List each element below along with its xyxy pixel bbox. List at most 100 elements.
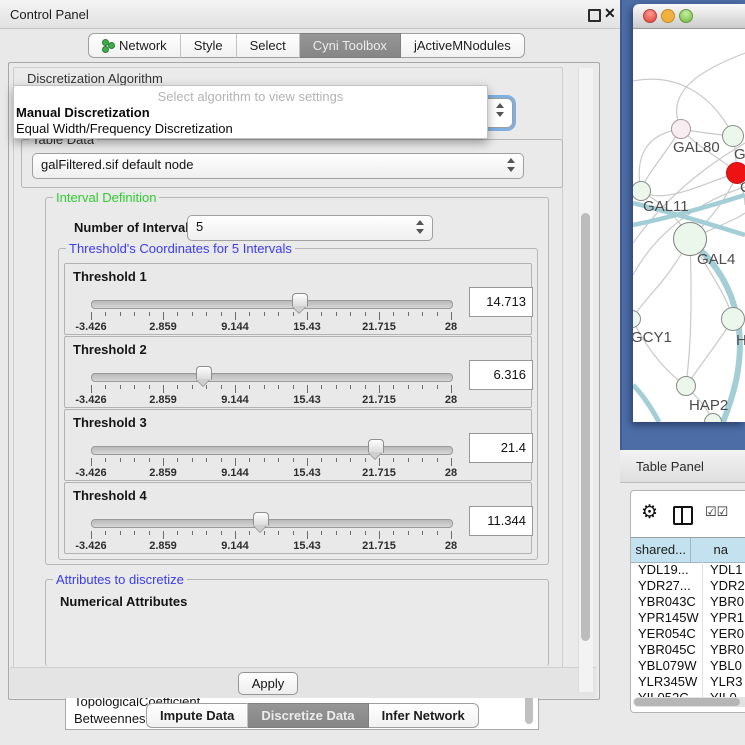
slider-tick-mark <box>293 531 294 535</box>
node-table: ⚙ ☑☑ shared...na YDL19...YDL1YDR27...YDR… <box>630 490 745 713</box>
close-icon[interactable]: ✕ <box>604 5 616 22</box>
tab-style[interactable]: Style <box>181 33 237 58</box>
cell-shared-name: YBL079W <box>631 658 703 674</box>
slider-tick-mark <box>264 312 265 316</box>
slider-tick-mark <box>350 385 351 389</box>
panel-scrollbar-track[interactable] <box>578 68 593 692</box>
dropdown-prompt: Select algorithm to view settings <box>14 89 487 104</box>
checkbox-icons[interactable]: ☑☑ <box>705 504 728 520</box>
cyni-bottom-tabs: Impute DataDiscretize DataInfer Network <box>146 703 479 728</box>
tab-network[interactable]: Network <box>88 33 181 58</box>
cell-shared-name: YLR345W <box>631 674 703 690</box>
thresholds-group-title: Threshold's Coordinates for 5 Intervals <box>66 241 295 256</box>
slider-tick-mark <box>105 385 106 389</box>
float-window-icon[interactable] <box>588 9 601 22</box>
close-icon[interactable] <box>643 9 657 23</box>
slider-tick-label: 28 <box>421 321 481 333</box>
threshold-slider-handle[interactable] <box>292 293 308 307</box>
tab-select[interactable]: Select <box>237 33 300 58</box>
dropdown-option[interactable]: Manual Discretization <box>16 105 150 120</box>
table-row[interactable]: YBR043CYBR0 <box>631 594 745 610</box>
slider-tick-label: 9.144 <box>205 394 265 406</box>
algorithm-group-title: Discretization Algorithm <box>24 71 166 86</box>
slider-tick-mark <box>264 385 265 389</box>
node-top-right[interactable] <box>722 125 744 147</box>
slider-tick-mark <box>235 312 236 320</box>
slider-tick-mark <box>321 458 322 462</box>
threshold-slider-handle[interactable] <box>368 439 384 453</box>
threshold-value-field[interactable]: 21.4 <box>469 433 533 463</box>
slider-tick-mark <box>163 312 164 320</box>
zoom-icon[interactable] <box>679 9 693 23</box>
tab-cyni-toolbox[interactable]: Cyni Toolbox <box>300 33 401 58</box>
slider-tick-mark <box>120 385 121 389</box>
slider-tick-mark <box>350 531 351 535</box>
slider-tick-label: 28 <box>421 394 481 406</box>
table-data-group: Table Data galFiltered.sif default node <box>21 139 563 188</box>
number-of-intervals-combobox[interactable]: 5 <box>187 215 433 241</box>
slider-tick-mark <box>307 531 308 539</box>
panel-scrollbar-thumb[interactable] <box>581 213 590 641</box>
tab-infer-network[interactable]: Infer Network <box>369 703 479 728</box>
interval-definition-group: Interval Definition Number of Intervals … <box>45 197 549 565</box>
table-row[interactable]: YLR345WYLR3 <box>631 674 745 690</box>
dropdown-option[interactable]: Equal Width/Frequency Discretization <box>16 121 233 136</box>
slider-tick-mark <box>422 531 423 535</box>
slider-tick-label: 15.43 <box>277 394 337 406</box>
table-row[interactable]: YDR27...YDR2 <box>631 578 745 594</box>
table-row[interactable]: YBR045CYBR0 <box>631 642 745 658</box>
node-hap2[interactable] <box>676 376 696 396</box>
network-canvas[interactable]: GAL80GACGAL11GAL4GCY1HHAP2 <box>633 29 745 422</box>
table-panel-header: Table Panel <box>620 450 745 483</box>
table-row[interactable]: YER054CYER0 <box>631 626 745 642</box>
slider-tick-mark <box>393 385 394 389</box>
columns-icon[interactable] <box>673 506 693 525</box>
slider-tick-mark <box>379 531 380 539</box>
slider-tick-mark <box>120 458 121 462</box>
slider-tick-label: 9.144 <box>205 540 265 552</box>
slider-tick-label: 15.43 <box>277 540 337 552</box>
threshold-value-field[interactable]: 11.344 <box>469 506 533 536</box>
threshold-slider-handle[interactable] <box>253 512 269 526</box>
threshold-slider-track[interactable] <box>91 373 453 382</box>
apply-button[interactable]: Apply <box>238 672 298 695</box>
cyni-toolbox-panel: Discretization Algorithm Select algorith… <box>8 62 600 700</box>
table-row[interactable]: YPR145WYPR1 <box>631 610 745 626</box>
network-icon <box>102 39 114 53</box>
tab-label: Style <box>194 34 223 57</box>
tab-jactivemnodules[interactable]: jActiveMNodules <box>401 33 525 58</box>
slider-tick-mark <box>278 312 279 316</box>
slider-tick-mark <box>437 312 438 316</box>
algorithm-dropdown-popup: Select algorithm to view settings Manual… <box>13 85 488 139</box>
slider-tick-mark <box>134 458 135 462</box>
numerical-attributes-label: Numerical Attributes <box>60 594 187 609</box>
threshold-panel: Threshold 4-3.4262.8599.14415.4321.71528… <box>64 482 532 554</box>
table-row[interactable]: YDL19...YDL1 <box>631 562 745 578</box>
network-window-titlebar[interactable] <box>633 4 745 29</box>
gear-icon[interactable]: ⚙ <box>641 503 658 522</box>
column-header-2[interactable]: na <box>691 538 745 562</box>
threshold-slider-track[interactable] <box>91 300 453 309</box>
slider-tick-mark <box>120 531 121 535</box>
threshold-slider-track[interactable] <box>91 446 453 455</box>
tab-impute-data[interactable]: Impute Data <box>146 703 248 728</box>
node-gal80[interactable] <box>671 119 691 139</box>
column-header-1[interactable]: shared... <box>631 538 691 562</box>
threshold-value-field[interactable]: 14.713 <box>469 287 533 317</box>
threshold-value-field[interactable]: 6.316 <box>469 360 533 390</box>
minimize-icon[interactable] <box>661 9 675 23</box>
threshold-slider-track[interactable] <box>91 519 453 528</box>
thresholds-group: Threshold's Coordinates for 5 Intervals … <box>58 248 538 560</box>
slider-tick-mark <box>336 312 337 316</box>
threshold-label: Threshold 2 <box>73 342 147 357</box>
combo-stepper-icon <box>496 103 505 117</box>
threshold-slider-handle[interactable] <box>196 366 212 380</box>
tab-discretize-data[interactable]: Discretize Data <box>248 703 368 728</box>
slider-tick-label: 28 <box>421 540 481 552</box>
table-data-combobox[interactable]: galFiltered.sif default node <box>32 153 524 179</box>
interval-definition-title: Interval Definition <box>53 190 159 205</box>
slider-tick-mark <box>451 312 452 320</box>
node-right-mid[interactable] <box>721 307 745 331</box>
table-hscrollbar[interactable] <box>633 697 745 707</box>
table-row[interactable]: YBL079WYBL0 <box>631 658 745 674</box>
